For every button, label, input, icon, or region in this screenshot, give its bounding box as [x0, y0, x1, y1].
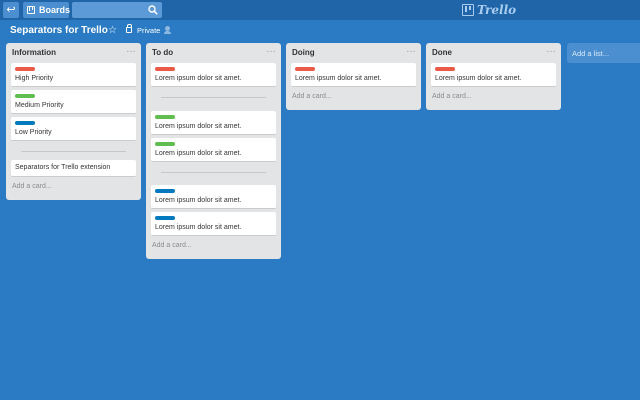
card-title: Lorem ipsum dolor sit amet. — [155, 150, 242, 157]
trello-logo-icon — [462, 4, 474, 16]
card[interactable]: Lorem ipsum dolor sit amet. — [431, 63, 556, 87]
list-done: Done … Lorem ipsum dolor sit amet. Add a… — [426, 43, 561, 110]
separator — [11, 144, 136, 160]
logo-text: Trello — [477, 3, 517, 17]
card[interactable]: Separators for Trello extension — [11, 160, 136, 177]
add-card-link[interactable]: Add a card... — [151, 239, 276, 259]
list-to-do: To do … Lorem ipsum dolor sit amet. Lore… — [146, 43, 281, 259]
member-icon[interactable] — [164, 26, 171, 34]
board-title[interactable]: Separators for Trello — [10, 25, 108, 36]
card-label — [155, 142, 175, 146]
star-icon[interactable]: ☆ — [108, 25, 117, 37]
boards-label: Boards — [39, 5, 71, 15]
list-title[interactable]: Doing — [292, 48, 315, 57]
card-title: Lorem ipsum dolor sit amet. — [155, 75, 242, 82]
list-doing: Doing … Lorem ipsum dolor sit amet. Add … — [286, 43, 421, 110]
card-title: Separators for Trello extension — [15, 164, 111, 171]
add-card-link[interactable]: Add a card... — [11, 180, 136, 200]
arrow-left-icon: ↩ — [6, 4, 16, 16]
board-header: Separators for Trello ☆ Private — [0, 20, 640, 42]
card[interactable]: Lorem ipsum dolor sit amet. — [151, 212, 276, 236]
card[interactable]: Lorem ipsum dolor sit amet. — [151, 185, 276, 209]
list-menu-icon[interactable]: … — [406, 44, 416, 55]
list-title[interactable]: Done — [432, 48, 452, 57]
search-input[interactable] — [72, 2, 162, 18]
card-title: Lorem ipsum dolor sit amet. — [155, 123, 242, 130]
card-label — [155, 216, 175, 220]
card-label — [295, 67, 315, 71]
add-card-link[interactable]: Add a card... — [431, 90, 556, 110]
list-title[interactable]: To do — [152, 48, 173, 57]
add-card-link[interactable]: Add a card... — [291, 90, 416, 110]
card-label — [15, 67, 35, 71]
trello-logo[interactable]: Trello — [462, 3, 516, 17]
card-label — [155, 189, 175, 193]
card-label — [435, 67, 455, 71]
search-icon[interactable] — [148, 5, 158, 15]
card-title: Lorem ipsum dolor sit amet. — [435, 75, 522, 82]
visibility-button[interactable]: Private — [137, 26, 160, 35]
card-label — [15, 94, 35, 98]
back-button[interactable]: ↩ — [3, 2, 19, 18]
list-menu-icon[interactable]: … — [546, 44, 556, 55]
card-label — [15, 121, 35, 125]
list-header: Done … — [431, 43, 556, 63]
card[interactable]: Lorem ipsum dolor sit amet. — [151, 111, 276, 135]
list-header: Doing … — [291, 43, 416, 63]
add-list-button[interactable]: Add a list... — [567, 43, 640, 63]
card-title: High Priority — [15, 75, 54, 82]
list-header: To do … — [151, 43, 276, 63]
card[interactable]: Lorem ipsum dolor sit amet. — [151, 63, 276, 87]
card[interactable]: Medium Priority — [11, 90, 136, 114]
list-information: Information … High Priority Medium Prior… — [6, 43, 141, 200]
card-label — [155, 115, 175, 119]
card-title: Medium Priority — [15, 102, 64, 109]
list-menu-icon[interactable]: … — [126, 44, 136, 55]
top-bar: ↩ Boards Trello — [0, 0, 640, 20]
card-label — [155, 67, 175, 71]
card[interactable]: Lorem ipsum dolor sit amet. — [291, 63, 416, 87]
list-header: Information … — [11, 43, 136, 63]
separator — [151, 165, 276, 185]
boards-icon — [27, 6, 35, 14]
card-title: Lorem ipsum dolor sit amet. — [155, 197, 242, 204]
card[interactable]: Low Priority — [11, 117, 136, 141]
card[interactable]: High Priority — [11, 63, 136, 87]
boards-button[interactable]: Boards — [23, 2, 71, 18]
separator — [151, 90, 276, 111]
card-title: Low Priority — [15, 129, 52, 136]
list-title[interactable]: Information — [12, 48, 56, 57]
list-menu-icon[interactable]: … — [266, 44, 276, 55]
lock-icon — [126, 24, 132, 33]
card-title: Lorem ipsum dolor sit amet. — [295, 75, 382, 82]
card-title: Lorem ipsum dolor sit amet. — [155, 224, 242, 231]
card[interactable]: Lorem ipsum dolor sit amet. — [151, 138, 276, 162]
